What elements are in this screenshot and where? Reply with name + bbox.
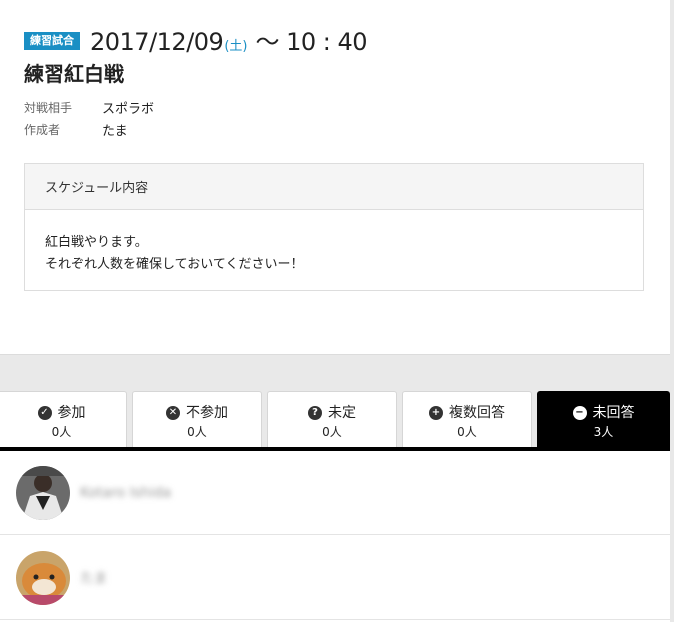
event-date-row: 練習試合 2017/12/09 (土) 〜 10 : 40 xyxy=(24,22,644,56)
tab-multiple-label: 複数回答 xyxy=(449,405,505,421)
tab-multiple-count: 0人 xyxy=(457,425,477,439)
meta-row-creator: 作成者 たま xyxy=(24,118,154,140)
meta-value-opponent: スポラボ xyxy=(102,101,155,117)
event-title: 練習紅白戦 xyxy=(24,62,124,86)
tab-absent-count: 0人 xyxy=(187,425,207,439)
member-row[interactable]: Kotaro Ishida xyxy=(0,451,670,535)
event-weekday: (土) xyxy=(224,39,248,54)
event-time: 〜 10 : 40 xyxy=(255,28,368,56)
tab-multiple[interactable]: + 複数回答 0人 xyxy=(402,391,532,447)
tab-no-response-count: 3人 xyxy=(593,425,614,439)
minus-circle-icon: − xyxy=(572,406,587,420)
times-circle-icon: ✕ xyxy=(166,406,180,420)
member-name: たま xyxy=(80,570,108,587)
tab-undecided[interactable]: ? 未定 0人 xyxy=(267,391,397,447)
avatar xyxy=(16,465,70,520)
plus-circle-icon: + xyxy=(429,406,443,420)
event-meta: 対戦相手 スポラボ 作成者 たま xyxy=(24,96,154,140)
schedule-heading: スケジュール内容 xyxy=(25,164,643,210)
event-type-badge: 練習試合 xyxy=(24,32,80,50)
meta-row-opponent: 対戦相手 スポラボ xyxy=(24,96,154,118)
tab-attend-count: 0人 xyxy=(51,425,72,439)
member-row[interactable]: たま xyxy=(0,536,670,620)
member-name: Kotaro Ishida xyxy=(80,484,172,501)
scrollbar-edge xyxy=(670,0,674,622)
question-circle-icon: ? xyxy=(308,406,322,420)
tab-attend-label: 参加 xyxy=(57,405,86,421)
tab-no-response-label: 未回答 xyxy=(592,405,635,421)
tab-undecided-label: 未定 xyxy=(328,405,356,421)
section-divider xyxy=(0,354,670,392)
tab-undecided-count: 0人 xyxy=(322,425,342,439)
meta-value-creator: たま xyxy=(102,123,128,139)
check-circle-icon: ✓ xyxy=(37,406,52,420)
schedule-line: それぞれ人数を確保しておいてくださいー！ xyxy=(45,257,304,272)
tab-absent[interactable]: ✕ 不参加 0人 xyxy=(132,391,262,447)
avatar xyxy=(16,550,70,605)
meta-label-opponent: 対戦相手 xyxy=(24,100,73,115)
tab-no-response[interactable]: − 未回答 3人 xyxy=(537,391,670,447)
meta-label-creator: 作成者 xyxy=(24,122,61,137)
event-date: 2017/12/09 xyxy=(90,28,224,56)
attendance-tabs: ✓ 参加 0人 ✕ 不参加 0人 ? 未定 0人 + 複数回答 0人 − 未回答… xyxy=(0,391,670,449)
event-detail-page: 練習試合 2017/12/09 (土) 〜 10 : 40 練習紅白戦 対戦相手… xyxy=(0,0,674,622)
tab-attend[interactable]: ✓ 参加 0人 xyxy=(0,391,127,447)
schedule-line: 紅白戦やります。 xyxy=(45,235,148,250)
schedule-panel: スケジュール内容 紅白戦やります。 それぞれ人数を確保しておいてくださいー！ xyxy=(24,163,644,291)
event-header: 練習試合 2017/12/09 (土) 〜 10 : 40 練習紅白戦 xyxy=(24,22,644,87)
tab-absent-label: 不参加 xyxy=(186,405,228,421)
schedule-body: 紅白戦やります。 それぞれ人数を確保しておいてくださいー！ xyxy=(25,210,643,276)
